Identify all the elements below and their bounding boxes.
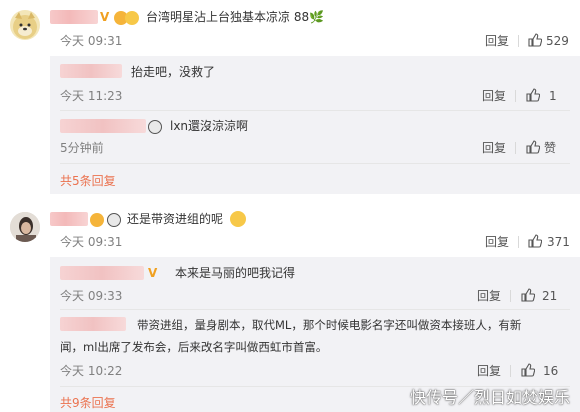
reply-button[interactable]: 回复 <box>485 234 509 250</box>
divider <box>510 365 511 377</box>
username-redacted[interactable] <box>60 317 126 331</box>
username-redacted[interactable] <box>60 119 146 133</box>
username-redacted[interactable] <box>60 266 144 280</box>
like-count: 21 <box>542 289 558 303</box>
reply-button[interactable]: 回复 <box>482 88 506 104</box>
reply-text-line-1: 带资进组，量身剧本，取代ML，那个时候电影名字还叫做资本接班人，有新 <box>137 318 522 332</box>
reply-time: 5分钟前 <box>60 141 104 155</box>
username-redacted[interactable] <box>50 10 98 24</box>
reply-text: lxn還沒涼涼啊 <box>170 119 249 133</box>
face-emoji-icon <box>125 11 139 25</box>
reply-text-line-2: 闻，ml出席了发布会，后来改名字叫做西虹市首富。 <box>60 340 328 354</box>
panda-emoji-icon <box>107 213 121 227</box>
divider <box>60 309 570 310</box>
username-redacted[interactable] <box>60 64 122 78</box>
divider <box>60 163 570 164</box>
avatar[interactable] <box>10 10 40 40</box>
reply-time: 今天 11:23 <box>60 89 123 103</box>
reply-button[interactable]: 回复 <box>477 363 501 379</box>
divider <box>510 290 511 302</box>
username-redacted[interactable] <box>50 212 88 226</box>
like-icon[interactable] <box>526 88 540 102</box>
like-icon[interactable] <box>528 33 542 47</box>
like-icon[interactable] <box>521 363 535 377</box>
comment-text: 还是带资进组的呢 <box>127 212 224 226</box>
divider <box>518 236 519 248</box>
reply-button[interactable]: 回复 <box>477 288 501 304</box>
divider <box>518 35 519 47</box>
reply-time: 今天 10:22 <box>60 364 123 378</box>
verified-badge: V <box>100 10 110 24</box>
reply-text: 抬走吧，没救了 <box>131 65 216 79</box>
divider <box>515 90 516 102</box>
like-count: 371 <box>547 235 570 249</box>
laughing-emoji-icon <box>230 211 246 227</box>
watermark: 快传号／烈日如焚娱乐 <box>409 388 570 407</box>
like-count: 1 <box>549 89 557 103</box>
reply-time: 今天 09:33 <box>60 289 123 303</box>
verified-badge: V <box>148 266 158 280</box>
panda-emoji-icon <box>148 120 162 134</box>
doge-avatar-icon <box>13 12 37 39</box>
vip-badge-icon <box>90 213 104 227</box>
divider <box>515 142 516 154</box>
divider <box>60 110 570 111</box>
like-icon[interactable] <box>526 140 540 154</box>
like-label[interactable]: 赞 <box>544 140 556 156</box>
like-icon[interactable] <box>528 234 542 248</box>
like-icon[interactable] <box>521 288 535 302</box>
user-photo-icon <box>10 212 40 242</box>
reply-button[interactable]: 回复 <box>485 33 509 49</box>
comment-time: 今天 09:31 <box>60 235 123 249</box>
reply-text: 本来是马丽的吧我记得 <box>175 266 296 280</box>
view-more-replies-link[interactable]: 共9条回复 <box>60 395 116 411</box>
comment-time: 今天 09:31 <box>60 34 123 48</box>
like-count: 16 <box>543 364 559 378</box>
like-count: 529 <box>546 34 569 48</box>
comment-text: 台湾明星沾上台独基本凉凉 88🌿 <box>146 10 325 24</box>
reply-button[interactable]: 回复 <box>482 140 506 156</box>
avatar[interactable] <box>10 212 40 242</box>
view-more-replies-link[interactable]: 共5条回复 <box>60 173 116 189</box>
